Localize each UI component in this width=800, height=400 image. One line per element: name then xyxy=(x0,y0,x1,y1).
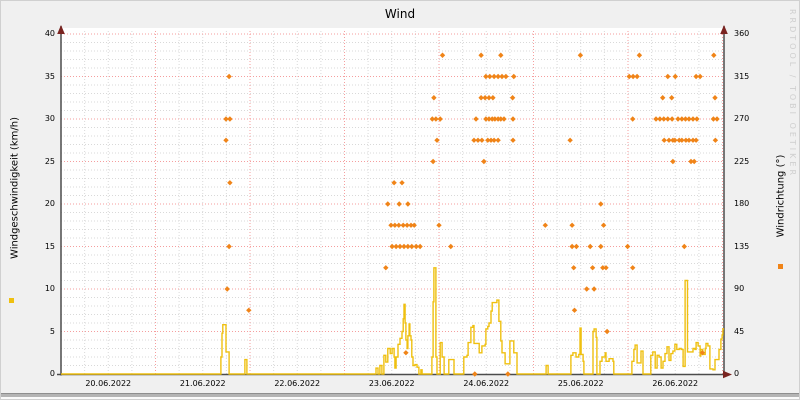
y-left-tick-label: 40 xyxy=(44,29,55,38)
y-right-tick-label: 315 xyxy=(734,71,750,81)
y-right-tick-label: 360 xyxy=(734,29,750,38)
x-axis-date-label: 24.06.2022 xyxy=(463,378,510,388)
y-left-tick-label: 10 xyxy=(44,284,55,293)
chart-canvas xyxy=(57,25,732,379)
y-right-tick-label: 0 xyxy=(734,369,740,378)
y-left-tick-label: 0 xyxy=(49,369,55,378)
wind-direction-legend-marker xyxy=(778,264,783,269)
x-axis-date-label: 25.06.2022 xyxy=(557,378,604,388)
y-right-tick-label: 90 xyxy=(734,284,745,293)
x-axis-date-label: 23.06.2022 xyxy=(368,378,415,388)
wind-speed-legend-marker xyxy=(9,298,14,303)
y-right-tick-label: 45 xyxy=(734,326,745,336)
x-axis-date-label: 21.06.2022 xyxy=(179,378,226,388)
chart-title: Wind xyxy=(384,7,416,21)
y-right-axis-label: Windrichtung (°) xyxy=(775,154,787,238)
y-left-tick-label: 5 xyxy=(49,326,55,336)
y-right-tick-label: 270 xyxy=(734,114,750,123)
y-right-tick-label: 225 xyxy=(734,156,750,166)
x-axis-date-label: 26.06.2022 xyxy=(652,378,699,388)
x-axis-date-label: 20.06.2022 xyxy=(85,378,132,388)
y-left-axis-label: Windgeschwindigkeit (km/h) xyxy=(9,117,21,259)
rrdtool-wind-graph: Wind 0 5 10 15 20 25 30 35 40 0 45 90 135 180 225 270 3… xyxy=(0,0,800,400)
y-left-tick-label: 35 xyxy=(44,71,55,81)
y-right-tick-label: 135 xyxy=(734,241,750,251)
window-bottom-edge xyxy=(1,393,799,399)
rrdtool-watermark: RRDTOOL / TOBI OETIKER xyxy=(788,9,797,179)
y-right-tick-label: 180 xyxy=(734,199,750,208)
x-axis-date-label: 22.06.2022 xyxy=(274,378,321,388)
